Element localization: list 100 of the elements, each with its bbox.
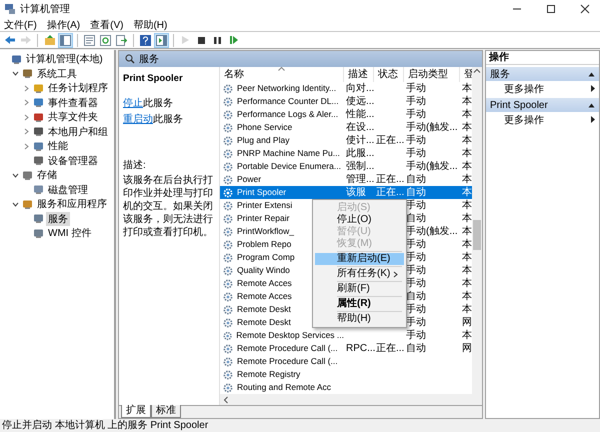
- tree-item[interactable]: 本地用户和组: [46, 124, 110, 139]
- service-name[interactable]: Portable Device Enumera...: [235, 160, 341, 173]
- service-link[interactable]: 重启动: [123, 114, 153, 125]
- table-cell-text: 本: [461, 187, 472, 198]
- vertical-scrollbar[interactable]: [472, 67, 482, 394]
- menu-item[interactable]: 查看(V): [90, 18, 124, 32]
- service-name[interactable]: Remote Deskt: [235, 303, 291, 316]
- actions-section-header[interactable]: Print Spooler: [486, 98, 599, 112]
- startup-type: 手动: [405, 83, 426, 94]
- service-name[interactable]: Peer Networking Identity...: [235, 82, 336, 95]
- service-name[interactable]: Phone Service: [235, 121, 292, 134]
- table-cell-text: 网: [461, 317, 472, 328]
- tree-item[interactable]: 事件查看器: [46, 96, 100, 110]
- tree-item[interactable]: 设备管理器: [46, 154, 100, 168]
- service-description: 使计...: [345, 135, 374, 146]
- stop-icon: [197, 36, 206, 44]
- toolbar-button[interactable]: [138, 32, 153, 48]
- service-description: 在设...: [345, 122, 374, 133]
- computer-management-icon: [4, 3, 16, 15]
- tree-item[interactable]: 任务计划程序: [46, 81, 110, 96]
- menu-item[interactable]: 停止(O): [315, 214, 404, 226]
- menu-item[interactable]: 操作(A): [46, 18, 80, 32]
- tree-item[interactable]: 性能: [46, 139, 70, 154]
- service-name[interactable]: Printer Extensi: [235, 199, 292, 212]
- service-description: 该服: [345, 187, 366, 198]
- properties-icon: [84, 34, 95, 46]
- service-name[interactable]: Performance Counter DL...: [235, 95, 339, 108]
- column-header[interactable]: 描述: [344, 67, 374, 82]
- sort-icon: [278, 67, 285, 71]
- startup-type: 手动(触发...: [405, 122, 458, 133]
- menu-item[interactable]: 属性(R): [315, 298, 404, 310]
- column-header[interactable]: 名称: [220, 67, 344, 82]
- scrollbar-thumb[interactable]: [473, 220, 481, 250]
- service-name[interactable]: Remote Procedure Call (...: [235, 342, 338, 355]
- startup-type: 手动(触发...: [405, 161, 458, 172]
- service-name[interactable]: Remote Acces: [235, 277, 292, 290]
- service-description: 向对...: [345, 83, 374, 94]
- table-cell-text: 本: [461, 252, 472, 263]
- menu-item[interactable]: 帮助(H): [315, 313, 404, 325]
- startup-type: 手动: [405, 317, 426, 328]
- table-cell-text: 本: [461, 148, 472, 159]
- service-status: 正在...: [375, 135, 404, 146]
- tree-item[interactable]: 服务和应用程序: [35, 197, 109, 212]
- help-icon: [140, 34, 151, 46]
- tree-item[interactable]: 存储: [35, 168, 59, 182]
- menu-item[interactable]: 所有任务(K): [315, 268, 404, 280]
- service-name[interactable]: Performance Logs & Aler...: [235, 108, 338, 121]
- collapse-icon: [588, 102, 595, 108]
- window-title: 计算机管理: [20, 2, 71, 16]
- table-cell-text: 本: [461, 96, 472, 107]
- service-name[interactable]: Quality Windo: [235, 264, 290, 277]
- action-item[interactable]: 更多操作: [486, 81, 599, 96]
- startup-type: 自动: [405, 213, 426, 224]
- pause-icon: [213, 36, 222, 44]
- service-name[interactable]: Routing and Remote Acc: [235, 381, 332, 394]
- menu-item[interactable]: 帮助(H): [133, 18, 168, 32]
- tree-item[interactable]: 服务: [46, 212, 70, 226]
- service-status: 正在...: [375, 343, 404, 354]
- startup-type: 手动: [405, 135, 426, 146]
- service-name[interactable]: Remote Deskt: [235, 316, 291, 329]
- service-name[interactable]: Program Comp: [235, 251, 295, 264]
- service-name[interactable]: PNRP Machine Name Pu...: [235, 147, 340, 160]
- service-name[interactable]: Print Spooler: [235, 186, 286, 199]
- tree-item[interactable]: 计算机管理(本地): [24, 52, 105, 66]
- action-item[interactable]: 更多操作: [486, 112, 599, 127]
- service-name[interactable]: Remote Acces: [235, 290, 292, 303]
- service-name[interactable]: Power: [235, 173, 262, 186]
- view-tab[interactable]: 扩展: [121, 405, 151, 418]
- startup-type: 手动: [405, 96, 426, 107]
- table-cell-text: 本: [461, 239, 472, 250]
- menu-item[interactable]: 文件(F): [4, 18, 37, 32]
- actions-section-header[interactable]: 服务: [486, 67, 599, 81]
- tree-item[interactable]: WMI 控件: [46, 226, 94, 240]
- column-header[interactable]: 状态: [374, 67, 404, 82]
- service-name[interactable]: Printer Repair: [235, 212, 290, 225]
- service-name[interactable]: Remote Registry: [235, 368, 300, 381]
- maximize-icon: [546, 4, 556, 14]
- service-name[interactable]: PrintWorkflow_: [235, 225, 294, 238]
- service-description: 使远...: [345, 96, 374, 107]
- table-cell-text: 本: [461, 174, 472, 185]
- column-header[interactable]: 启动类型: [404, 67, 460, 82]
- service-link[interactable]: 停止: [123, 98, 143, 109]
- service-name[interactable]: Remote Procedure Call (...: [235, 355, 338, 368]
- tree-item[interactable]: 磁盘管理: [46, 182, 90, 197]
- horizontal-scrollbar[interactable]: [220, 394, 482, 405]
- tree-item[interactable]: 共享文件夹: [46, 110, 100, 124]
- startup-type: 自动: [405, 343, 426, 354]
- service-action-text: 重启动此服务: [123, 112, 184, 126]
- startup-type: 手动: [405, 252, 426, 263]
- service-name[interactable]: Problem Repo: [235, 238, 292, 251]
- service-name[interactable]: Remote Desktop Services ...: [234, 329, 344, 342]
- table-cell-text: 本: [461, 122, 472, 133]
- startup-type: 手动: [405, 239, 426, 250]
- table-cell-text: 本: [461, 278, 472, 289]
- startup-type: 自动: [405, 291, 426, 302]
- computer-icon: [11, 54, 22, 65]
- service-name[interactable]: Plug and Play: [235, 134, 290, 147]
- view-tab[interactable]: 标准: [151, 405, 181, 418]
- status-bar: 停止并启动 本地计算机 上的服务 Print Spooler: [0, 419, 600, 432]
- tree-item[interactable]: 系统工具: [35, 66, 79, 81]
